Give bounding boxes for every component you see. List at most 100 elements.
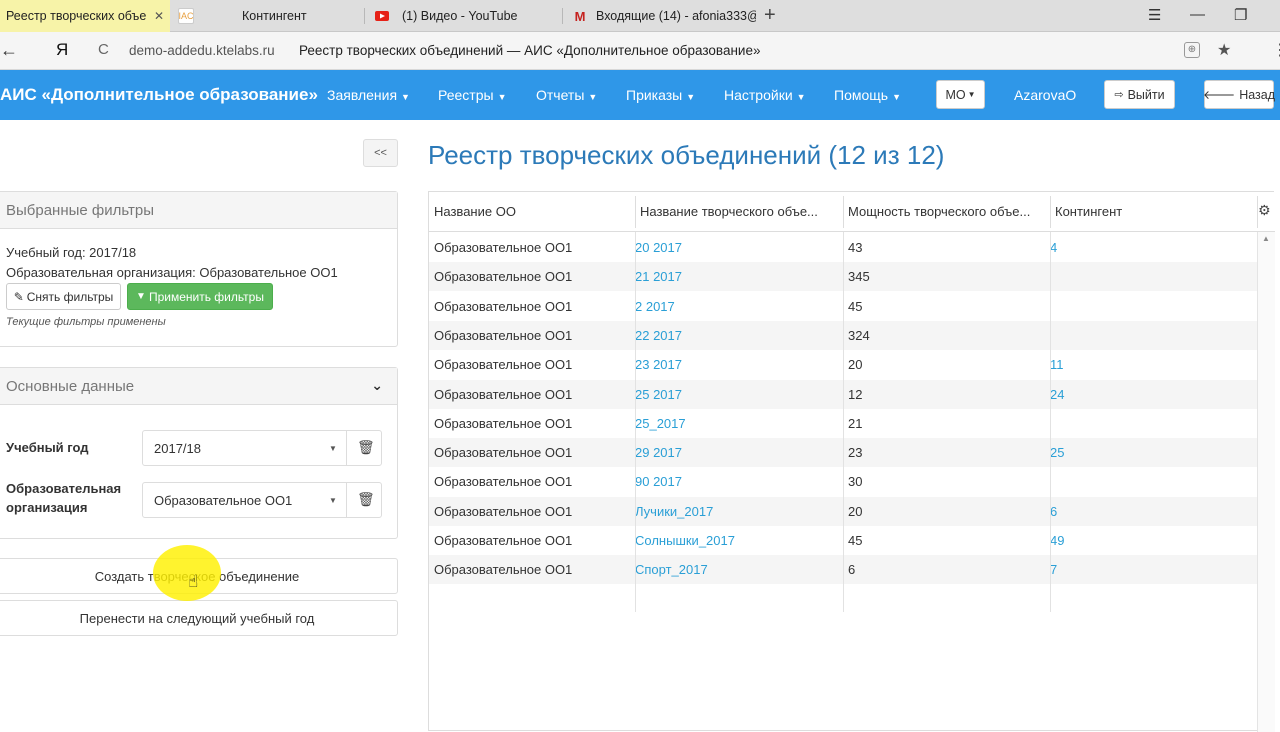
column-header-contingent[interactable]: Контингент bbox=[1050, 192, 1250, 231]
reload-icon[interactable]: C bbox=[98, 41, 109, 58]
nav-menu-orders[interactable]: Приказы ▼ bbox=[626, 87, 695, 103]
nav-label: Приказы bbox=[626, 87, 683, 103]
cell-contingent-link[interactable]: 24 bbox=[1050, 380, 1250, 409]
cell-contingent-link[interactable]: 49 bbox=[1050, 526, 1250, 555]
cell-name-link[interactable]: 25_2017 bbox=[635, 409, 842, 438]
tab-title: (1) Видео - YouTube bbox=[402, 9, 518, 23]
cell-contingent-link[interactable]: 11 bbox=[1050, 350, 1250, 379]
cell-name-link[interactable]: Спорт_2017 bbox=[635, 555, 842, 584]
caret-down-icon: ▼ bbox=[497, 92, 507, 102]
caret-down-icon: ▼ bbox=[967, 90, 976, 99]
cell-org: Образовательное ОО1 bbox=[434, 357, 573, 373]
nav-menu-settings[interactable]: Настройки ▼ bbox=[724, 87, 806, 103]
cell-org: Образовательное ОО1 bbox=[434, 240, 573, 255]
collapse-sidebar-button[interactable]: << bbox=[363, 139, 398, 167]
clear-filters-button[interactable]: ✎ Снять фильтры bbox=[6, 283, 121, 310]
tab-title: Входящие (14) - afonia333@ bbox=[596, 9, 756, 23]
cell-name-link[interactable]: Лучики_2017 bbox=[635, 497, 842, 526]
cell-name-link[interactable]: 20 2017 bbox=[635, 233, 842, 262]
column-header-name[interactable]: Название творческого объе... bbox=[635, 192, 842, 231]
vertical-scrollbar[interactable]: ▲ bbox=[1257, 232, 1275, 732]
cell-contingent-link[interactable] bbox=[1050, 321, 1250, 350]
caret-down-icon: ▼ bbox=[686, 92, 696, 102]
cell-capacity: 12 bbox=[848, 386, 863, 402]
restore-icon[interactable]: ❐ bbox=[1234, 6, 1247, 24]
cell-contingent-link[interactable]: 4 bbox=[1050, 233, 1250, 262]
trash-icon[interactable]: 🗑 bbox=[357, 439, 375, 456]
year-select[interactable]: 2017/18 ▼ 🗑 bbox=[142, 430, 382, 466]
downloads-icon[interactable]: ⋮ bbox=[1272, 40, 1280, 60]
cell-name-link[interactable]: 2 2017 bbox=[635, 292, 842, 321]
browser-tabstrip: Реестр творческих объе ✕ IAC Контингент … bbox=[0, 0, 1280, 32]
cell-contingent-link[interactable]: 7 bbox=[1050, 555, 1250, 584]
nav-label: Отчеты bbox=[536, 87, 585, 103]
back-button[interactable]: 🡐 Назад bbox=[1203, 80, 1275, 109]
new-tab-button[interactable]: + bbox=[764, 4, 776, 27]
filters-panel-title: Выбранные фильтры bbox=[0, 192, 397, 229]
cell-contingent-link[interactable] bbox=[1050, 292, 1250, 321]
cell-name-link[interactable]: 29 2017 bbox=[635, 438, 842, 467]
nav-menu-registries[interactable]: Реестры ▼ bbox=[438, 87, 506, 103]
cell-capacity: 324 bbox=[848, 327, 870, 343]
protect-icon[interactable]: ⊕ bbox=[1184, 42, 1200, 58]
mo-dropdown-button[interactable]: МО ▼ bbox=[936, 80, 985, 109]
cell-org: Образовательное ОО1 bbox=[434, 503, 573, 519]
arrow-left-icon: 🡐 bbox=[1203, 88, 1236, 102]
cell-contingent-link[interactable]: 25 bbox=[1050, 438, 1250, 467]
app-navbar: АИС «Дополнительное образование» Заявлен… bbox=[0, 70, 1280, 120]
back-arrow-icon[interactable]: ← bbox=[0, 40, 18, 61]
year-field-label: Учебный год bbox=[6, 440, 89, 455]
apply-filters-label: Применить фильтры bbox=[148, 289, 264, 304]
cell-contingent-link[interactable]: 6 bbox=[1050, 497, 1250, 526]
cell-contingent-link[interactable] bbox=[1050, 409, 1250, 438]
cell-org: Образовательное ОО1 bbox=[434, 474, 573, 490]
browser-tab-contingent[interactable]: IAC Контингент bbox=[172, 0, 364, 32]
tab-separator bbox=[364, 8, 365, 24]
column-header-org[interactable]: Название ОО bbox=[429, 192, 634, 231]
url-host[interactable]: demo-addedu.ktelabs.ru bbox=[129, 43, 275, 58]
nav-menu-applications[interactable]: Заявления ▼ bbox=[327, 87, 410, 103]
cell-org: Образовательное ОО1 bbox=[434, 415, 573, 431]
cell-name-link[interactable]: 90 2017 bbox=[635, 467, 842, 496]
bookmark-star-icon[interactable]: ★ bbox=[1217, 40, 1231, 60]
scroll-up-icon[interactable]: ▲ bbox=[1262, 234, 1270, 243]
trash-icon[interactable]: 🗑 bbox=[357, 491, 375, 508]
column-line bbox=[635, 232, 636, 612]
cell-name-link[interactable]: 23 2017 bbox=[635, 350, 842, 379]
current-user[interactable]: AzarovaO bbox=[1014, 87, 1076, 103]
apply-filters-button[interactable]: ▼ Применить фильтры bbox=[127, 283, 273, 310]
main-data-panel: Основные данные ⌄ Учебный год 2017/18 ▼ … bbox=[0, 367, 398, 539]
logout-button[interactable]: ⇨ Выйти bbox=[1104, 80, 1175, 109]
cell-name-link[interactable]: 25 2017 bbox=[635, 380, 842, 409]
main-data-title: Основные данные bbox=[6, 377, 135, 395]
cell-contingent-link[interactable] bbox=[1050, 262, 1250, 291]
cell-name-link[interactable]: Солнышки_2017 bbox=[635, 526, 842, 555]
year-select-value: 2017/18 bbox=[154, 441, 201, 456]
dropdown-arrow-icon: ▼ bbox=[329, 444, 337, 453]
column-header-capacity[interactable]: Мощность творческого объе... bbox=[843, 192, 1050, 231]
cell-name-link[interactable]: 21 2017 bbox=[635, 262, 842, 291]
nav-menu-help[interactable]: Помощь ▼ bbox=[834, 87, 901, 103]
url-page-title[interactable]: Реестр творческих объединений — АИС «Доп… bbox=[299, 43, 760, 58]
app-brand[interactable]: АИС «Дополнительное образование» bbox=[0, 85, 318, 105]
close-icon[interactable]: ✕ bbox=[154, 9, 164, 23]
minimize-icon[interactable]: — bbox=[1190, 6, 1205, 23]
menu-icon[interactable]: ☰ bbox=[1148, 6, 1161, 24]
chevron-down-icon[interactable]: ⌄ bbox=[371, 377, 383, 394]
main-data-panel-header[interactable]: Основные данные ⌄ bbox=[0, 368, 397, 405]
cell-name-link[interactable]: 22 2017 bbox=[635, 321, 842, 350]
org-select-value: Образовательное ОО1 bbox=[154, 493, 293, 508]
cursor-highlight bbox=[153, 545, 221, 601]
org-select[interactable]: Образовательное ОО1 ▼ 🗑 bbox=[142, 482, 382, 518]
yandex-logo[interactable]: Я bbox=[56, 40, 68, 60]
filter-year-line: Учебный год: 2017/18 bbox=[6, 245, 137, 260]
nav-menu-reports[interactable]: Отчеты ▼ bbox=[536, 87, 597, 103]
org-field-label-line2: организация bbox=[6, 500, 88, 515]
browser-tab-youtube[interactable]: (1) Видео - YouTube bbox=[368, 0, 560, 32]
browser-tab-gmail[interactable]: M Входящие (14) - afonia333@ bbox=[566, 0, 756, 32]
nav-label: Заявления bbox=[327, 87, 398, 103]
browser-tab-registry[interactable]: Реестр творческих объе ✕ bbox=[0, 0, 170, 32]
transfer-next-year-button[interactable]: Перенести на следующий учебный год bbox=[0, 600, 398, 636]
cell-contingent-link[interactable] bbox=[1050, 467, 1250, 496]
gear-icon[interactable]: ⚙ bbox=[1258, 202, 1271, 219]
